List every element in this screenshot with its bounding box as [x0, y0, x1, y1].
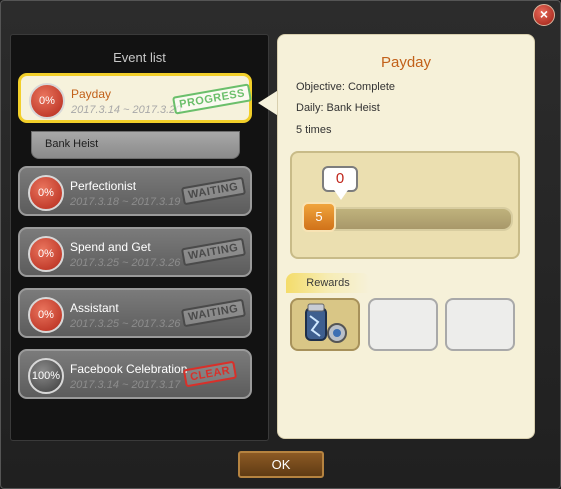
event-window: × Event list Bank Heist 0% Payday 2017.3… — [0, 0, 561, 489]
event-list-panel: Event list Bank Heist 0% Payday 2017.3.1… — [10, 34, 269, 441]
event-dates: 2017.3.14 ~ 2017.3.20 — [71, 104, 182, 116]
progress-goal-badge: 5 — [302, 202, 336, 232]
event-percent-badge: 0% — [29, 83, 65, 119]
status-stamp: WAITING — [180, 298, 246, 328]
reward-slot-1[interactable] — [290, 298, 360, 351]
reward-slot-3[interactable] — [445, 298, 515, 351]
detail-times: 5 times — [296, 124, 332, 136]
event-dates: 2017.3.25 ~ 2017.3.26 — [70, 318, 181, 330]
status-stamp: WAITING — [180, 176, 246, 206]
event-name: Assistant — [70, 301, 119, 315]
event-percent-badge: 0% — [28, 175, 64, 211]
event-item-spend-and-get[interactable]: 0% Spend and Get 2017.3.25 ~ 2017.3.26 W… — [18, 227, 252, 277]
ok-button[interactable]: OK — [238, 451, 324, 478]
event-dates: 2017.3.25 ~ 2017.3.26 — [70, 257, 181, 269]
status-stamp: CLEAR — [182, 360, 238, 388]
status-stamp: PROGRESS — [172, 83, 253, 115]
reward-item-icon — [305, 303, 347, 343]
progress-bar — [314, 207, 513, 231]
event-list-title: Event list — [113, 50, 166, 65]
event-item-payday[interactable]: 0% Payday 2017.3.14 ~ 2017.3.20 PROGRESS — [18, 73, 253, 123]
detail-title: Payday — [380, 54, 432, 71]
event-item-perfectionist[interactable]: 0% Perfectionist 2017.3.18 ~ 2017.3.19 W… — [18, 166, 252, 216]
progress-box: 0 5 — [290, 151, 520, 259]
event-name: Spend and Get — [70, 240, 151, 254]
event-name: Payday — [71, 87, 112, 101]
event-detail-panel: Payday Objective: Complete Daily: Bank H… — [277, 34, 535, 439]
event-percent-badge: 0% — [28, 236, 64, 272]
status-stamp: WAITING — [180, 237, 246, 267]
close-button[interactable]: × — [533, 4, 555, 26]
rewards-label: Rewards — [286, 273, 370, 293]
event-percent-badge: 100% — [28, 358, 64, 394]
event-name: Perfectionist — [70, 179, 137, 193]
detail-daily: Daily: Bank Heist — [296, 102, 380, 114]
event-dates: 2017.3.14 ~ 2017.3.17 — [70, 379, 181, 391]
bubble-tail — [334, 190, 348, 200]
event-name: Facebook Celebration — [70, 362, 188, 376]
progress-current-bubble: 0 — [322, 166, 358, 192]
event-percent-badge: 0% — [28, 297, 64, 333]
event-dates: 2017.3.18 ~ 2017.3.19 — [70, 196, 181, 208]
event-item-facebook-celebration[interactable]: 100% Facebook Celebration 2017.3.14 ~ 20… — [18, 349, 252, 399]
event-item-assistant[interactable]: 0% Assistant 2017.3.25 ~ 2017.3.26 WAITI… — [18, 288, 252, 338]
reward-slot-2[interactable] — [368, 298, 438, 351]
detail-objective: Objective: Complete — [296, 81, 396, 93]
event-sub-item[interactable]: Bank Heist — [31, 131, 240, 159]
sub-item-label: Bank Heist — [45, 138, 99, 150]
